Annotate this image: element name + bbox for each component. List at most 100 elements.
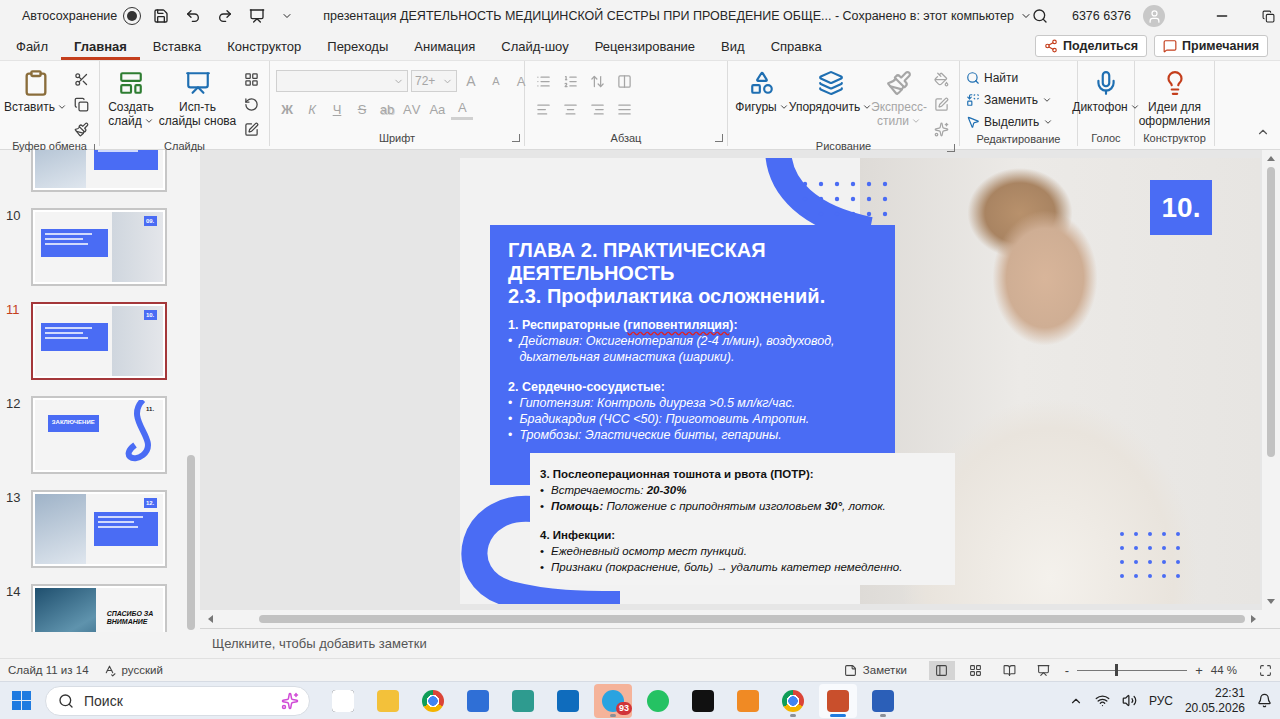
slide-thumbnail[interactable]: 12. [31, 490, 167, 568]
scroll-down-icon[interactable] [1267, 599, 1275, 604]
ribbon-tab[interactable]: Вставка [140, 32, 214, 60]
scroll-up-icon[interactable] [1267, 156, 1275, 161]
comments-button[interactable]: Примечания [1154, 35, 1268, 57]
vertical-scrollbar[interactable] [1262, 150, 1280, 610]
undo-icon[interactable] [185, 8, 201, 24]
thumbnail-item[interactable]: 12ЗАКЛЮЧЕНИЕ11. [0, 396, 183, 474]
thumbnail-scrollbar[interactable] [183, 150, 199, 632]
view-button[interactable] [963, 661, 989, 680]
design-ideas-button[interactable]: Идеи дляоформления [1141, 66, 1208, 128]
minimize-button[interactable] [1199, 0, 1245, 32]
taskbar-app[interactable] [324, 684, 362, 718]
drawing-button[interactable]: Фигуры [734, 66, 790, 114]
reset-button[interactable] [239, 93, 263, 115]
present-icon[interactable] [249, 8, 265, 24]
volume-icon[interactable] [1122, 693, 1137, 708]
ribbon-tab[interactable]: Файл [3, 32, 61, 60]
input-language[interactable]: РУС [1149, 694, 1173, 708]
slide-thumbnail[interactable]: ЗАКЛЮЧЕНИЕ11. [31, 396, 167, 474]
collapse-ribbon-button[interactable] [1256, 125, 1280, 149]
search-icon[interactable] [1032, 8, 1048, 24]
user-avatar[interactable] [1143, 5, 1165, 27]
ribbon-tab[interactable]: Переходы [314, 32, 401, 60]
thumbnail-item[interactable]: 14СПАСИБО ЗА ВНИМАНИЕ [0, 584, 183, 632]
slide-thumbnail[interactable]: 10. [31, 302, 167, 380]
ribbon-tab[interactable]: Справка [758, 32, 835, 60]
editing-button[interactable]: Заменить [966, 90, 1053, 109]
new-slide-button[interactable]: Создатьслайд [106, 66, 156, 128]
ribbon-tab[interactable]: Главная [61, 32, 140, 60]
document-title[interactable]: презентация ДЕЯТЕЛЬНОСТЬ МЕДИЦИНСКОЙ СЕС… [323, 9, 1032, 23]
user-name[interactable]: 6376 6376 [1072, 9, 1131, 23]
scroll-right-icon[interactable] [1251, 615, 1256, 623]
fit-window-icon[interactable] [1259, 664, 1272, 677]
ribbon-tab[interactable]: Слайд-шоу [488, 32, 581, 60]
dictate-button[interactable]: Диктофон [1081, 66, 1131, 114]
autosave-toggle[interactable] [123, 7, 141, 25]
editing-button[interactable]: Найти [966, 68, 1053, 87]
taskbar-app[interactable] [639, 684, 677, 718]
slide-thumbnail[interactable]: СПАСИБО ЗА ВНИМАНИЕ [31, 584, 167, 632]
slide-thumbnail[interactable] [31, 150, 167, 192]
zoom-out-button[interactable]: - [1065, 663, 1069, 678]
language-indicator[interactable]: русский [103, 664, 163, 677]
layout-button[interactable] [239, 68, 263, 90]
thumbnail-item[interactable] [0, 150, 183, 192]
notes-button[interactable]: Заметки [844, 664, 907, 677]
line-spacing-button[interactable] [585, 70, 609, 92]
ribbon-tab[interactable]: Анимация [401, 32, 488, 60]
taskbar-app[interactable] [549, 684, 587, 718]
taskbar-search[interactable]: Поиск [45, 686, 310, 716]
taskbar-app[interactable] [414, 684, 452, 718]
taskbar-app[interactable] [729, 684, 767, 718]
zoom-in-button[interactable]: + [1195, 663, 1203, 678]
ribbon-tab[interactable]: Рецензирование [582, 32, 708, 60]
launcher-icon[interactable] [947, 144, 955, 152]
customize-icon[interactable] [281, 10, 293, 22]
taskbar-app[interactable] [774, 684, 812, 718]
notifications-icon[interactable] [1257, 693, 1272, 708]
align-center-button[interactable] [558, 98, 582, 120]
zoom-slider[interactable] [1077, 670, 1187, 671]
view-button[interactable] [929, 661, 955, 680]
taskbar-app[interactable] [864, 684, 902, 718]
scroll-thumb[interactable] [259, 615, 1245, 623]
view-button[interactable] [997, 661, 1023, 680]
view-button[interactable] [1031, 661, 1057, 680]
copy-button[interactable] [69, 93, 93, 115]
tray-chevron-icon[interactable] [1069, 694, 1083, 708]
ribbon-tab[interactable]: Конструктор [214, 32, 314, 60]
drawing-button[interactable]: Упорядочить [792, 66, 869, 114]
numbering-button[interactable] [558, 70, 582, 92]
slide-thumbnail[interactable]: 09. [31, 208, 167, 286]
editing-button[interactable]: Выделить [966, 112, 1053, 131]
format-painter-button[interactable] [69, 118, 93, 140]
align-left-button[interactable] [531, 98, 555, 120]
bullets-button[interactable] [531, 70, 555, 92]
taskbar-app[interactable] [504, 684, 542, 718]
start-icon[interactable] [12, 691, 31, 710]
zoom-level[interactable]: 44 % [1211, 664, 1237, 676]
share-button[interactable]: Поделиться [1035, 35, 1147, 57]
taskbar-app[interactable] [369, 684, 407, 718]
launcher-icon[interactable] [715, 134, 723, 142]
taskbar-app[interactable] [819, 684, 857, 718]
thumbnail-item[interactable]: 1009. [0, 208, 183, 286]
notes-pane[interactable]: Щелкните, чтобы добавить заметки [200, 628, 1280, 658]
columns-button[interactable] [612, 70, 636, 92]
reuse-slides-button[interactable]: Исп-тьслайды снова [160, 66, 235, 128]
thumbnail-item[interactable]: 1312. [0, 490, 183, 568]
cut-button[interactable] [69, 68, 93, 90]
slide[interactable]: 10.ГЛАВА 2. ПРАКТИЧЕСКАЯДЕЯТЕЛЬНОСТЬ2.3.… [460, 158, 1260, 604]
section-button[interactable] [239, 118, 263, 140]
scroll-thumb[interactable] [187, 455, 195, 630]
restore-button[interactable] [1245, 0, 1280, 32]
thumbnail-item[interactable]: 1110. [0, 302, 183, 380]
taskbar-app[interactable] [684, 684, 722, 718]
zoom-thumb[interactable] [1115, 664, 1118, 676]
redo-icon[interactable] [217, 8, 233, 24]
scroll-left-icon[interactable] [208, 615, 213, 623]
taskbar-app[interactable] [459, 684, 497, 718]
ribbon-tab[interactable]: Вид [708, 32, 758, 60]
clock[interactable]: 22:3120.05.2026 [1185, 686, 1245, 716]
